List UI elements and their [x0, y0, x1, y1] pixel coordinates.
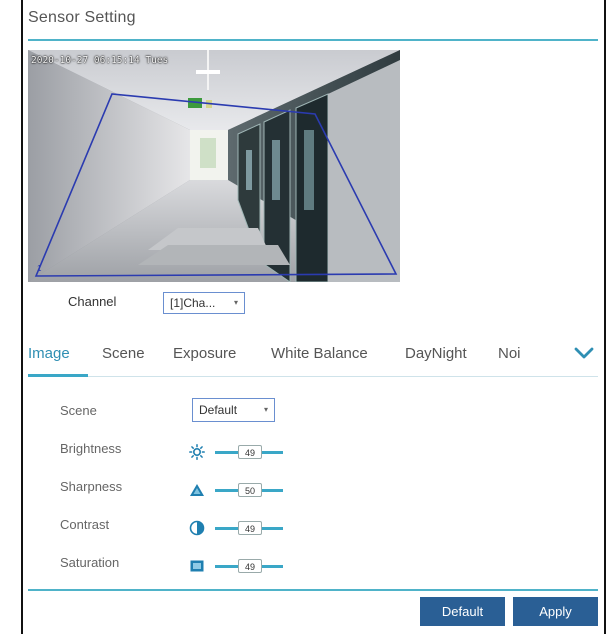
default-button[interactable]: Default	[420, 597, 505, 626]
chevron-down-icon: ▾	[233, 298, 238, 307]
apply-button[interactable]: Apply	[513, 597, 598, 626]
active-tab-indicator	[28, 374, 88, 377]
channel-label: Channel	[68, 294, 117, 309]
square-icon	[189, 558, 205, 574]
osd-timestamp: 2020-10-27 06:15:14 Tues	[31, 55, 169, 66]
region-number: 1	[37, 264, 42, 273]
camera-preview[interactable]: 2020-10-27 06:15:14 Tues 1	[28, 50, 400, 282]
saturation-slider-handle[interactable]: 49	[238, 559, 262, 573]
channel-select-value: [1]Cha...	[170, 296, 216, 310]
sun-icon	[189, 444, 205, 460]
chevron-down-icon	[574, 347, 594, 359]
tab-white-balance[interactable]: White Balance	[271, 345, 368, 362]
page-title: Sensor Setting	[28, 9, 136, 26]
brightness-label: Brightness	[60, 441, 122, 456]
scene-label: Scene	[60, 403, 97, 418]
sharpness-label: Sharpness	[60, 479, 123, 494]
tab-scene[interactable]: Scene	[102, 345, 145, 362]
channel-select[interactable]: [1]Cha... ▾	[163, 292, 245, 314]
more-tabs-button[interactable]	[573, 343, 595, 363]
tab-image[interactable]: Image	[28, 345, 70, 362]
scene-select-value: Default	[199, 403, 238, 417]
half-circle-icon	[189, 520, 205, 536]
triangle-icon	[189, 482, 205, 498]
saturation-label: Saturation	[60, 555, 120, 570]
sharpness-slider-handle[interactable]: 50	[238, 483, 262, 497]
chevron-down-icon: ▾	[263, 405, 268, 414]
footer-divider	[28, 589, 598, 591]
contrast-slider-handle[interactable]: 49	[238, 521, 262, 535]
tab-exposure[interactable]: Exposure	[173, 345, 236, 362]
corridor-scene	[28, 50, 400, 282]
tabs-divider	[28, 376, 598, 377]
tab-daynight[interactable]: DayNight	[405, 345, 467, 362]
brightness-slider-handle[interactable]: 49	[238, 445, 262, 459]
contrast-label: Contrast	[60, 517, 110, 532]
title-divider	[28, 39, 598, 41]
scene-select[interactable]: Default ▾	[192, 398, 275, 422]
tab-noise[interactable]: Noi	[498, 345, 521, 362]
